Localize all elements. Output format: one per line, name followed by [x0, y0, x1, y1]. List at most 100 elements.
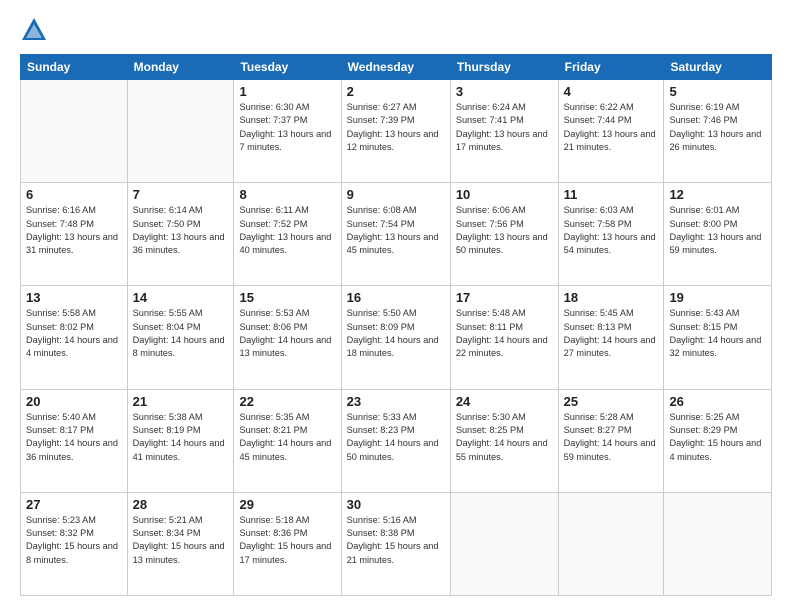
day-info: Sunrise: 5:30 AM Sunset: 8:25 PM Dayligh… — [456, 411, 553, 464]
day-info: Sunrise: 5:21 AM Sunset: 8:34 PM Dayligh… — [133, 514, 229, 567]
day-info: Sunrise: 6:14 AM Sunset: 7:50 PM Dayligh… — [133, 204, 229, 257]
calendar-cell: 12 Sunrise: 6:01 AM Sunset: 8:00 PM Dayli… — [664, 183, 772, 286]
day-number: 29 — [239, 497, 335, 512]
calendar-cell: 5Sunrise: 6:19 AM Sunset: 7:46 PM Daylig… — [664, 80, 772, 183]
calendar-cell: 17 Sunrise: 5:48 AM Sunset: 8:11 PM Dayli… — [450, 286, 558, 389]
day-info: Sunrise: 5:25 AM Sunset: 8:29 PM Dayligh… — [669, 411, 766, 464]
calendar-cell: 28 Sunrise: 5:21 AM Sunset: 8:34 PM Dayli… — [127, 492, 234, 595]
day-info: Sunrise: 6:03 AM Sunset: 7:58 PM Dayligh… — [564, 204, 659, 257]
day-number: 18 — [564, 290, 659, 305]
calendar-cell: 26 Sunrise: 5:25 AM Sunset: 8:29 PM Dayli… — [664, 389, 772, 492]
day-info: Sunrise: 6:24 AM Sunset: 7:41 PM Dayligh… — [456, 101, 553, 154]
day-number: 6 — [26, 187, 122, 202]
day-number: 22 — [239, 394, 335, 409]
day-info: Sunrise: 5:53 AM Sunset: 8:06 PM Dayligh… — [239, 307, 335, 360]
calendar-week-4: 20 Sunrise: 5:40 AM Sunset: 8:17 PM Dayli… — [21, 389, 772, 492]
day-number: 26 — [669, 394, 766, 409]
calendar-cell — [127, 80, 234, 183]
header — [20, 16, 772, 44]
calendar-cell: 22 Sunrise: 5:35 AM Sunset: 8:21 PM Dayli… — [234, 389, 341, 492]
day-number: 21 — [133, 394, 229, 409]
day-info: Sunrise: 5:35 AM Sunset: 8:21 PM Dayligh… — [239, 411, 335, 464]
day-info: Sunrise: 5:55 AM Sunset: 8:04 PM Dayligh… — [133, 307, 229, 360]
calendar-cell: 30 Sunrise: 5:16 AM Sunset: 8:38 PM Dayli… — [341, 492, 450, 595]
day-number: 14 — [133, 290, 229, 305]
day-number: 23 — [347, 394, 445, 409]
day-number: 24 — [456, 394, 553, 409]
calendar-header-row: SundayMondayTuesdayWednesdayThursdayFrid… — [21, 55, 772, 80]
calendar-cell: 14 Sunrise: 5:55 AM Sunset: 8:04 PM Dayli… — [127, 286, 234, 389]
calendar-cell — [450, 492, 558, 595]
day-number: 2 — [347, 84, 445, 99]
calendar-cell — [21, 80, 128, 183]
calendar-week-3: 13Sunrise: 5:58 AM Sunset: 8:02 PM Dayli… — [21, 286, 772, 389]
day-info: Sunrise: 5:16 AM Sunset: 8:38 PM Dayligh… — [347, 514, 445, 567]
calendar-table: SundayMondayTuesdayWednesdayThursdayFrid… — [20, 54, 772, 596]
calendar-cell: 24 Sunrise: 5:30 AM Sunset: 8:25 PM Dayli… — [450, 389, 558, 492]
calendar-cell: 23 Sunrise: 5:33 AM Sunset: 8:23 PM Dayli… — [341, 389, 450, 492]
day-info: Sunrise: 6:08 AM Sunset: 7:54 PM Dayligh… — [347, 204, 445, 257]
day-info: Sunrise: 5:48 AM Sunset: 8:11 PM Dayligh… — [456, 307, 553, 360]
day-number: 9 — [347, 187, 445, 202]
day-number: 16 — [347, 290, 445, 305]
page: SundayMondayTuesdayWednesdayThursdayFrid… — [0, 0, 792, 612]
calendar-cell — [664, 492, 772, 595]
calendar-week-5: 27Sunrise: 5:23 AM Sunset: 8:32 PM Dayli… — [21, 492, 772, 595]
day-info: Sunrise: 5:38 AM Sunset: 8:19 PM Dayligh… — [133, 411, 229, 464]
day-number: 28 — [133, 497, 229, 512]
day-number: 27 — [26, 497, 122, 512]
calendar-cell — [558, 492, 664, 595]
logo-icon — [20, 16, 48, 44]
day-info: Sunrise: 6:16 AM Sunset: 7:48 PM Dayligh… — [26, 204, 122, 257]
weekday-header-saturday: Saturday — [664, 55, 772, 80]
day-info: Sunrise: 5:18 AM Sunset: 8:36 PM Dayligh… — [239, 514, 335, 567]
day-info: Sunrise: 5:58 AM Sunset: 8:02 PM Dayligh… — [26, 307, 122, 360]
calendar-cell: 7 Sunrise: 6:14 AM Sunset: 7:50 PM Daylig… — [127, 183, 234, 286]
calendar-cell: 3 Sunrise: 6:24 AM Sunset: 7:41 PM Daylig… — [450, 80, 558, 183]
day-number: 11 — [564, 187, 659, 202]
day-number: 4 — [564, 84, 659, 99]
day-number: 25 — [564, 394, 659, 409]
day-number: 12 — [669, 187, 766, 202]
day-number: 20 — [26, 394, 122, 409]
weekday-header-friday: Friday — [558, 55, 664, 80]
weekday-header-tuesday: Tuesday — [234, 55, 341, 80]
calendar-cell: 18Sunrise: 5:45 AM Sunset: 8:13 PM Dayli… — [558, 286, 664, 389]
day-info: Sunrise: 6:30 AM Sunset: 7:37 PM Dayligh… — [239, 101, 335, 154]
day-number: 17 — [456, 290, 553, 305]
day-info: Sunrise: 6:22 AM Sunset: 7:44 PM Dayligh… — [564, 101, 659, 154]
logo — [20, 16, 52, 44]
calendar-week-1: 1Sunrise: 6:30 AM Sunset: 7:37 PM Daylig… — [21, 80, 772, 183]
day-number: 8 — [239, 187, 335, 202]
calendar-week-2: 6 Sunrise: 6:16 AM Sunset: 7:48 PM Daylig… — [21, 183, 772, 286]
day-info: Sunrise: 5:40 AM Sunset: 8:17 PM Dayligh… — [26, 411, 122, 464]
day-info: Sunrise: 5:33 AM Sunset: 8:23 PM Dayligh… — [347, 411, 445, 464]
calendar-cell: 10 Sunrise: 6:06 AM Sunset: 7:56 PM Dayli… — [450, 183, 558, 286]
calendar-cell: 4 Sunrise: 6:22 AM Sunset: 7:44 PM Daylig… — [558, 80, 664, 183]
calendar-cell: 6 Sunrise: 6:16 AM Sunset: 7:48 PM Daylig… — [21, 183, 128, 286]
calendar-cell: 20 Sunrise: 5:40 AM Sunset: 8:17 PM Dayli… — [21, 389, 128, 492]
weekday-header-wednesday: Wednesday — [341, 55, 450, 80]
day-info: Sunrise: 5:43 AM Sunset: 8:15 PM Dayligh… — [669, 307, 766, 360]
calendar-cell: 13Sunrise: 5:58 AM Sunset: 8:02 PM Dayli… — [21, 286, 128, 389]
weekday-header-thursday: Thursday — [450, 55, 558, 80]
day-info: Sunrise: 6:19 AM Sunset: 7:46 PM Dayligh… — [669, 101, 766, 154]
weekday-header-monday: Monday — [127, 55, 234, 80]
day-info: Sunrise: 5:28 AM Sunset: 8:27 PM Dayligh… — [564, 411, 659, 464]
day-number: 30 — [347, 497, 445, 512]
calendar-cell: 2 Sunrise: 6:27 AM Sunset: 7:39 PM Daylig… — [341, 80, 450, 183]
weekday-header-sunday: Sunday — [21, 55, 128, 80]
calendar-cell: 21 Sunrise: 5:38 AM Sunset: 8:19 PM Dayli… — [127, 389, 234, 492]
day-number: 7 — [133, 187, 229, 202]
day-info: Sunrise: 6:01 AM Sunset: 8:00 PM Dayligh… — [669, 204, 766, 257]
day-info: Sunrise: 6:27 AM Sunset: 7:39 PM Dayligh… — [347, 101, 445, 154]
day-info: Sunrise: 6:06 AM Sunset: 7:56 PM Dayligh… — [456, 204, 553, 257]
day-info: Sunrise: 5:50 AM Sunset: 8:09 PM Dayligh… — [347, 307, 445, 360]
calendar-cell: 11 Sunrise: 6:03 AM Sunset: 7:58 PM Dayli… — [558, 183, 664, 286]
day-number: 10 — [456, 187, 553, 202]
day-number: 19 — [669, 290, 766, 305]
calendar-cell: 1Sunrise: 6:30 AM Sunset: 7:37 PM Daylig… — [234, 80, 341, 183]
calendar-cell: 27Sunrise: 5:23 AM Sunset: 8:32 PM Dayli… — [21, 492, 128, 595]
calendar-cell: 9 Sunrise: 6:08 AM Sunset: 7:54 PM Daylig… — [341, 183, 450, 286]
day-number: 3 — [456, 84, 553, 99]
